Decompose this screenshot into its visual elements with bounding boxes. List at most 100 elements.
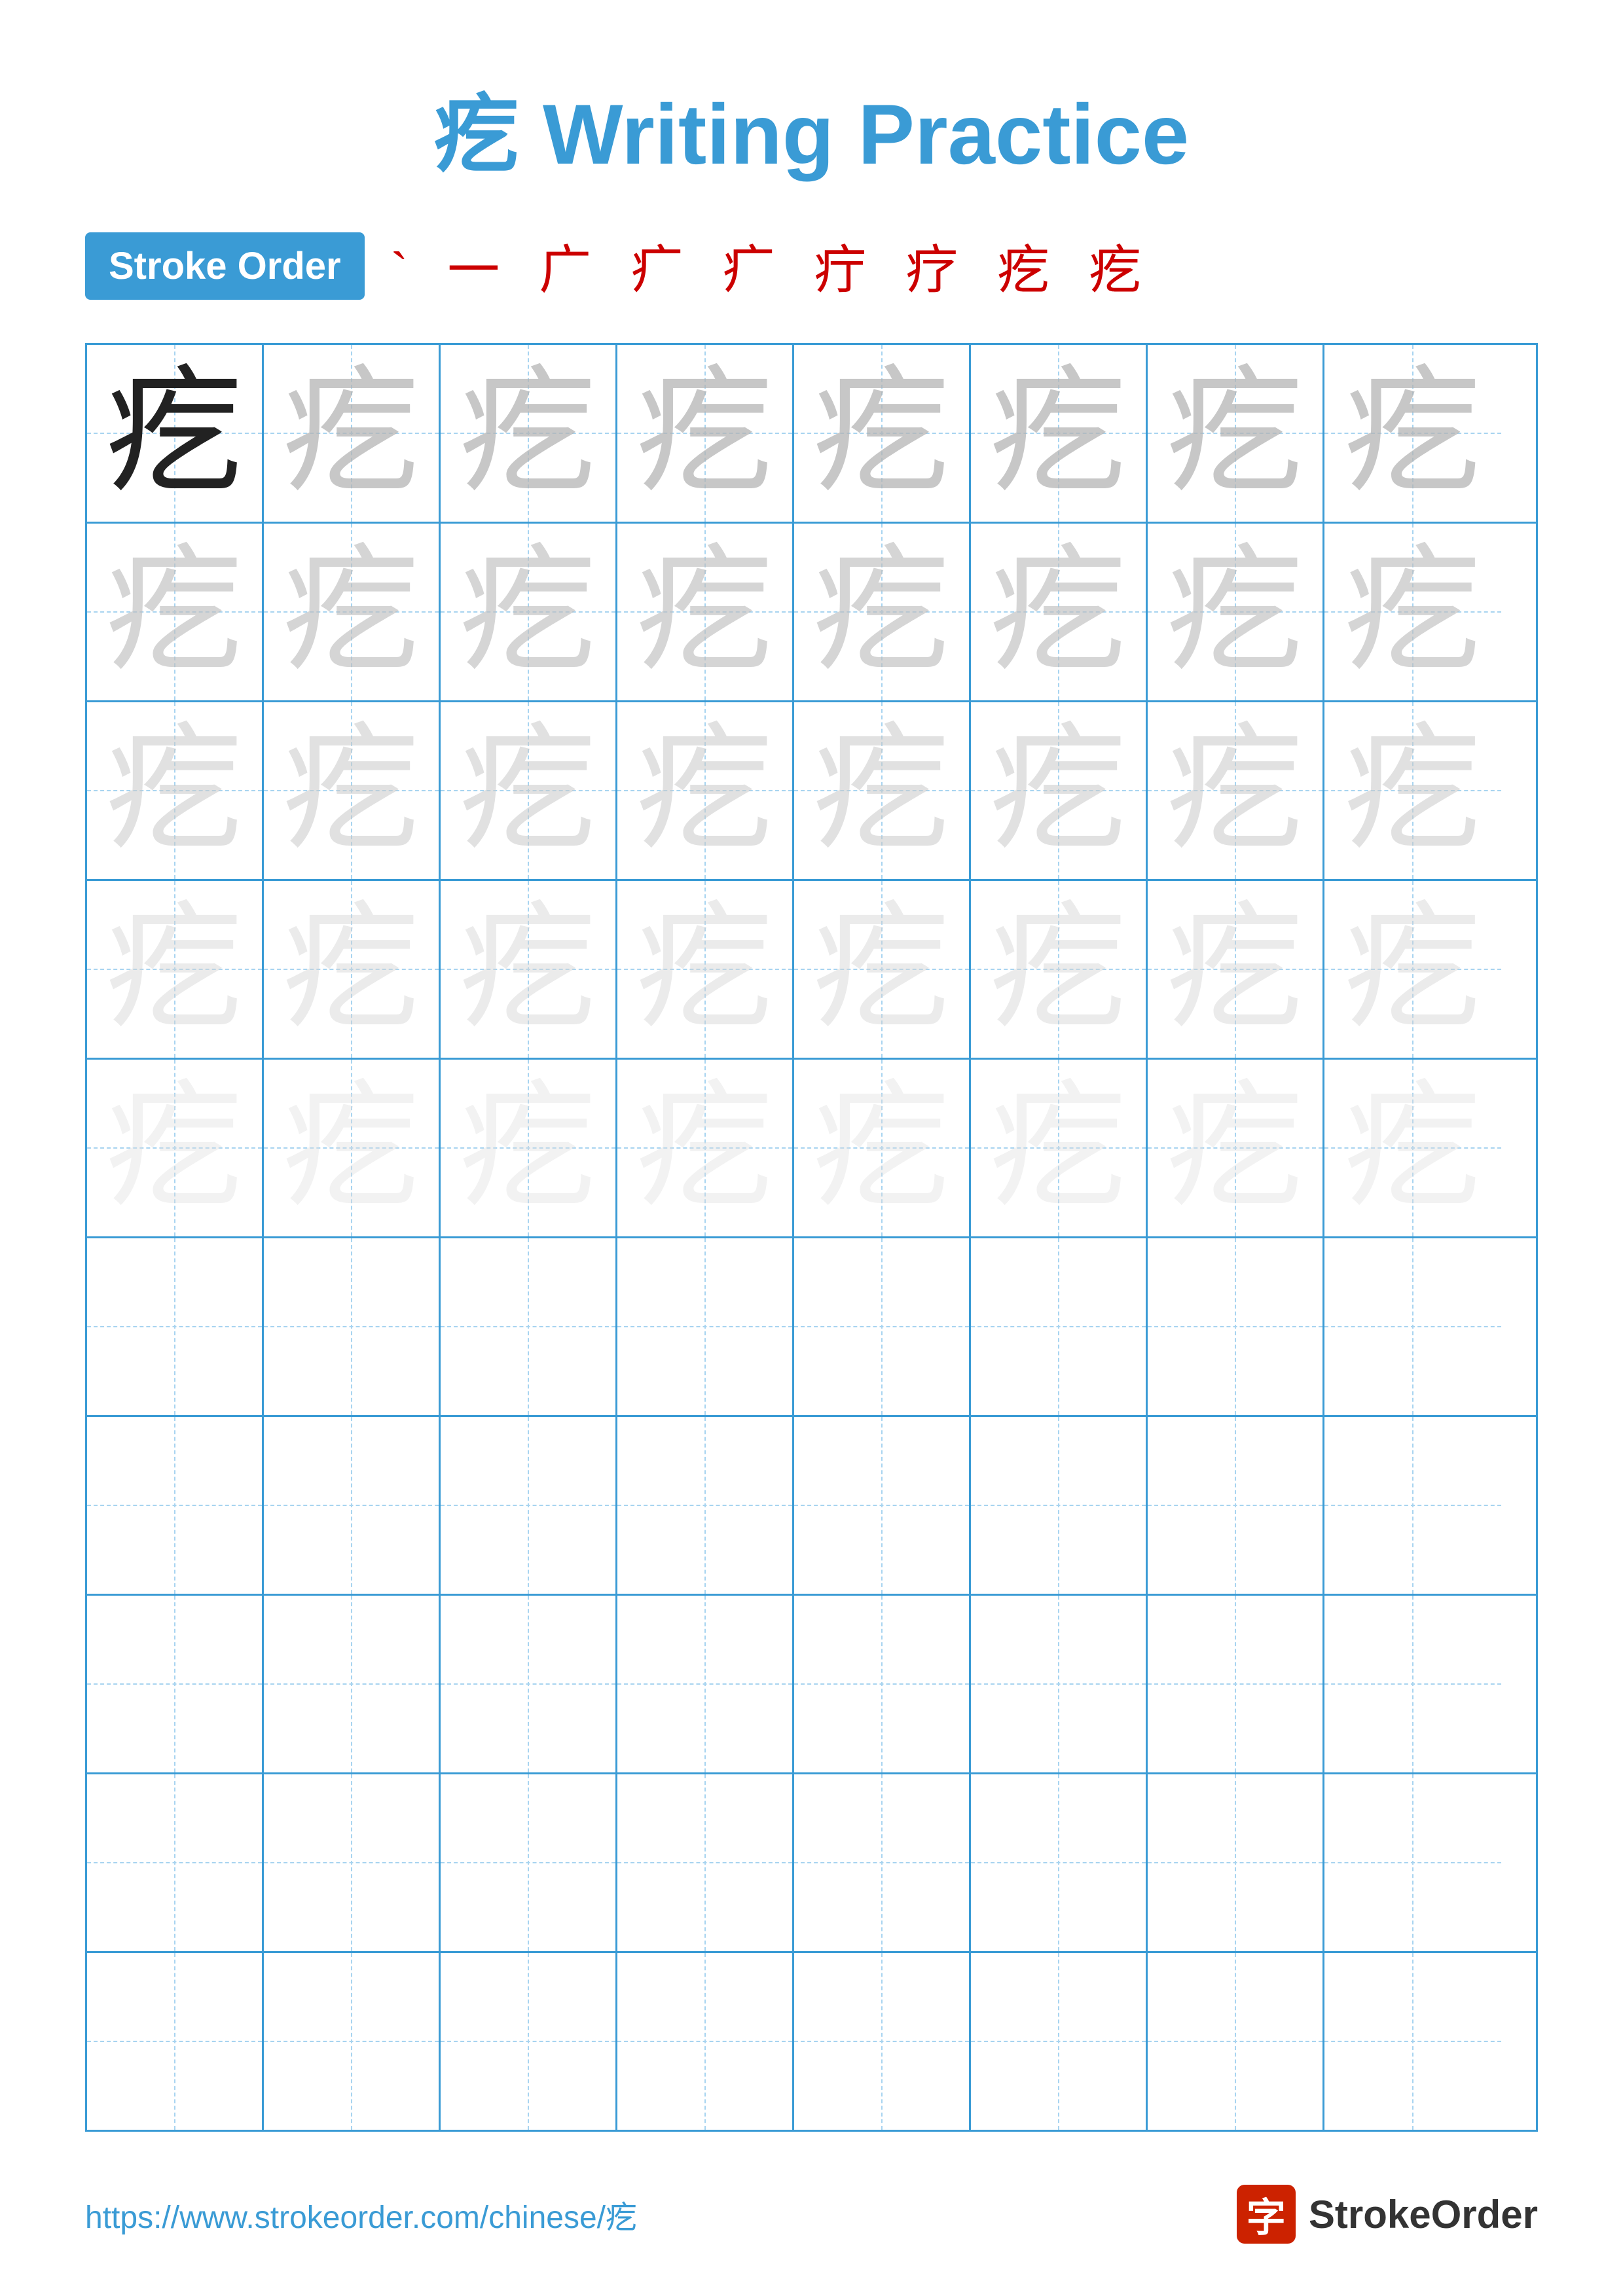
grid-cell: 疙 [1148,1060,1324,1236]
footer: https://www.strokeorder.com/chinese/疙 字 … [0,2185,1623,2244]
grid-cell: 疙 [264,524,441,700]
grid-cell-empty[interactable] [617,1417,794,1594]
grid-cell-empty[interactable] [794,1774,971,1951]
grid-cell-empty[interactable] [441,1596,617,1772]
grid-cell-empty[interactable] [617,1238,794,1415]
footer-url-link[interactable]: https://www.strokeorder.com/chinese/疙 [85,2191,637,2237]
character-faded: 疙 [1344,901,1482,1038]
grid-row-empty[interactable] [87,1596,1536,1774]
character-faded: 疙 [636,543,773,681]
grid-cell-empty[interactable] [87,1596,264,1772]
character-faded: 疙 [1166,901,1304,1038]
grid-cell: 疙 [971,345,1148,522]
grid-cell: 疙 [1148,881,1324,1058]
grid-row-empty[interactable] [87,1953,1536,2130]
grid-cell: 疙 [441,881,617,1058]
character-faded: 疙 [636,1079,773,1217]
grid-cell-empty[interactable] [1148,1774,1324,1951]
grid-cell-empty[interactable] [264,1774,441,1951]
grid-cell: 疙 [87,524,264,700]
character-faded: 疙 [989,901,1127,1038]
grid-cell-empty[interactable] [971,1596,1148,1772]
grid-cell: 疙 [1324,1060,1501,1236]
grid-cell-empty[interactable] [971,1417,1148,1594]
character-faded: 疙 [459,1079,596,1217]
grid-cell-empty[interactable] [441,1953,617,2130]
character-faded: 疙 [1344,543,1482,681]
grid-cell-empty[interactable] [971,1774,1148,1951]
grid-cell: 疙 [87,345,264,522]
grid-cell-empty[interactable] [87,1774,264,1951]
grid-cell-empty[interactable] [617,1596,794,1772]
grid-cell: 疙 [971,1060,1148,1236]
character-faded: 疙 [989,1079,1127,1217]
grid-row-empty[interactable] [87,1417,1536,1596]
grid-cell: 疙 [617,1060,794,1236]
grid-cell-empty[interactable] [1324,1238,1501,1415]
grid-cell-empty[interactable] [617,1953,794,2130]
grid-cell-empty[interactable] [794,1238,971,1415]
grid-cell: 疙 [1324,702,1501,879]
grid-cell-empty[interactable] [1148,1953,1324,2130]
character-faded: 疙 [105,1079,243,1217]
character-faded: 疙 [989,543,1127,681]
character-faded: 疙 [636,365,773,502]
grid-cell-empty[interactable] [441,1417,617,1594]
grid-cell: 疙 [617,702,794,879]
character-faded: 疙 [459,722,596,859]
grid-cell-empty[interactable] [441,1774,617,1951]
grid-cell: 疙 [87,881,264,1058]
grid-cell-empty[interactable] [264,1417,441,1594]
grid-cell: 疙 [87,1060,264,1236]
character-faded: 疙 [105,722,243,859]
character-faded: 疙 [812,543,950,681]
grid-cell: 疙 [1148,345,1324,522]
grid-cell-empty[interactable] [1148,1238,1324,1415]
character-faded: 疙 [1166,722,1304,859]
grid-cell-empty[interactable] [264,1953,441,2130]
grid-cell: 疙 [617,524,794,700]
grid-cell-empty[interactable] [441,1238,617,1415]
grid-cell: 疙 [617,881,794,1058]
grid-cell-empty[interactable] [264,1596,441,1772]
grid-row: 疙 疙 疙 疙 疙 疙 疙 疙 [87,524,1536,702]
grid-cell-empty[interactable] [1148,1417,1324,1594]
grid-cell: 疙 [617,345,794,522]
grid-cell-empty[interactable] [1324,1774,1501,1951]
grid-cell: 疙 [971,881,1148,1058]
grid-row-empty[interactable] [87,1774,1536,1953]
character-faded: 疙 [1344,722,1482,859]
grid-cell: 疙 [264,345,441,522]
grid-cell: 疙 [794,345,971,522]
grid-cell-empty[interactable] [794,1953,971,2130]
grid-cell-empty[interactable] [1148,1596,1324,1772]
grid-cell-empty[interactable] [1324,1596,1501,1772]
grid-cell: 疙 [1148,524,1324,700]
grid-cell-empty[interactable] [971,1953,1148,2130]
grid-cell-empty[interactable] [87,1417,264,1594]
grid-row: 疙 疙 疙 疙 疙 疙 疙 疙 [87,702,1536,881]
grid-cell-empty[interactable] [794,1417,971,1594]
character-faded: 疙 [636,722,773,859]
grid-row: 疙 疙 疙 疙 疙 疙 疙 疙 [87,881,1536,1060]
grid-cell-empty[interactable] [87,1953,264,2130]
grid-cell: 疙 [264,702,441,879]
grid-row-empty[interactable] [87,1238,1536,1417]
character-faded: 疙 [1166,543,1304,681]
grid-cell-empty[interactable] [1324,1417,1501,1594]
character-faded: 疙 [105,901,243,1038]
grid-row: 疙 疙 疙 疙 疙 疙 疙 疙 [87,1060,1536,1238]
grid-cell: 疙 [87,702,264,879]
stroke-order-section: Stroke Order ` 一 广 疒 疒 疔 疗 疙 疙 [0,228,1623,304]
grid-cell-empty[interactable] [971,1238,1148,1415]
grid-cell-empty[interactable] [264,1238,441,1415]
grid-cell: 疙 [1324,345,1501,522]
grid-cell-empty[interactable] [87,1238,264,1415]
grid-cell: 疙 [1148,702,1324,879]
grid-cell-empty[interactable] [1324,1953,1501,2130]
grid-cell-empty[interactable] [617,1774,794,1951]
character-faded: 疙 [1166,1079,1304,1217]
character-faded: 疙 [1166,365,1304,502]
grid-cell-empty[interactable] [794,1596,971,1772]
character-faded: 疙 [989,722,1127,859]
